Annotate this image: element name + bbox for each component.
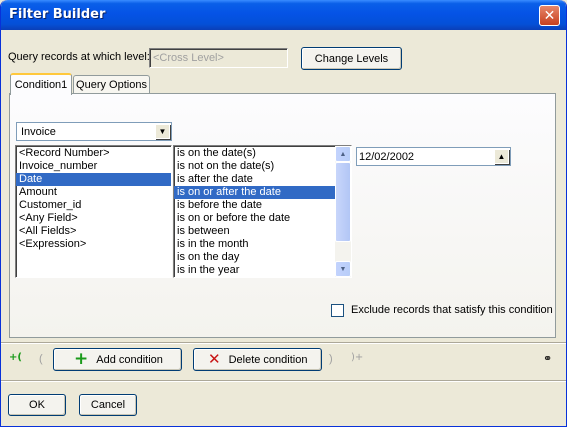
- level-value: <Cross Level>: [153, 52, 224, 64]
- tab-condition1-label: Condition1: [14, 79, 68, 91]
- field-list-item[interactable]: Customer_id: [16, 199, 171, 212]
- tab-query-options-label: Query Options: [76, 79, 147, 91]
- field-list-item[interactable]: Amount: [16, 186, 171, 199]
- operator-list-item[interactable]: is before the date: [174, 199, 335, 212]
- operator-list-item[interactable]: is on the date(s): [174, 147, 335, 160]
- operator-list-item[interactable]: is in the year: [174, 264, 335, 277]
- field-list-item[interactable]: <Any Field>: [16, 212, 171, 225]
- scroll-thumb[interactable]: [335, 162, 351, 242]
- remove-paren-icon[interactable]: )+: [351, 352, 363, 363]
- operator-list-item[interactable]: is not on the date(s): [174, 160, 335, 173]
- level-label: Query records at which level:: [8, 51, 150, 63]
- add-condition-label: Add condition: [96, 353, 163, 366]
- add-condition-button[interactable]: + Add condition: [53, 348, 182, 371]
- delete-condition-label: Delete condition: [228, 353, 308, 366]
- chevron-down-icon: ▼: [158, 127, 167, 136]
- triangle-up-icon: ▲: [497, 152, 506, 161]
- ok-button[interactable]: OK: [8, 394, 66, 416]
- delete-condition-button[interactable]: ✕ Delete condition: [193, 348, 322, 371]
- separator: [1, 342, 566, 344]
- scroll-down-button[interactable]: ▼: [335, 261, 351, 277]
- ok-label: OK: [29, 399, 45, 411]
- field-list-item[interactable]: <All Fields>: [16, 225, 171, 238]
- operator-list-item[interactable]: is after the date: [174, 173, 335, 186]
- change-levels-button[interactable]: Change Levels: [301, 47, 402, 70]
- open-paren-button[interactable]: (: [39, 353, 43, 365]
- filter-builder-window: Filter Builder ✕ Query records at which …: [0, 0, 567, 427]
- window-title: Filter Builder: [9, 7, 106, 22]
- tab-condition1[interactable]: Condition1: [10, 73, 72, 95]
- exclude-label: Exclude records that satisfy this condit…: [351, 304, 553, 316]
- change-levels-label: Change Levels: [314, 52, 389, 65]
- tab-query-options[interactable]: Query Options: [73, 75, 150, 94]
- operator-list-item[interactable]: is on or before the date: [174, 212, 335, 225]
- operator-list-item[interactable]: is between: [174, 225, 335, 238]
- field-list-item[interactable]: <Expression>: [16, 238, 171, 251]
- separator-footer: [1, 380, 566, 382]
- close-button[interactable]: ✕: [539, 5, 560, 26]
- chevron-up-icon: ▲: [339, 150, 347, 158]
- x-icon: ✕: [208, 350, 221, 368]
- date-value-text: 12/02/2002: [359, 151, 415, 163]
- field-list-item[interactable]: Date: [16, 173, 171, 186]
- close-icon: ✕: [543, 7, 556, 24]
- table-select[interactable]: Invoice ▼: [16, 122, 172, 141]
- field-list-item[interactable]: Invoice_number: [16, 160, 171, 173]
- level-field: <Cross Level>: [149, 48, 288, 68]
- chevron-down-icon: ▼: [339, 265, 347, 273]
- binoculars-icon[interactable]: ⚭: [543, 352, 552, 365]
- operator-list-scrollbar[interactable]: ▲ ▼: [335, 146, 351, 277]
- cancel-label: Cancel: [90, 399, 126, 411]
- table-select-dropdown-button[interactable]: ▼: [155, 124, 170, 139]
- date-spin-button[interactable]: ▲: [494, 149, 509, 164]
- table-select-value: Invoice: [21, 126, 56, 138]
- operator-list-item[interactable]: is on the day: [174, 251, 335, 264]
- date-value-input[interactable]: 12/02/2002 ▲: [356, 147, 511, 166]
- cancel-button[interactable]: Cancel: [79, 394, 137, 416]
- plus-icon: +: [74, 349, 89, 369]
- exclude-checkbox[interactable]: [331, 304, 344, 317]
- field-list-item[interactable]: <Record Number>: [16, 147, 171, 160]
- operator-list[interactable]: is on the date(s) is not on the date(s) is…: [173, 145, 352, 278]
- operator-list-item[interactable]: is on or after the date: [174, 186, 335, 199]
- title-bar[interactable]: Filter Builder ✕: [1, 0, 566, 30]
- scroll-up-button[interactable]: ▲: [335, 146, 351, 162]
- field-list[interactable]: <Record Number> Invoice_number Date Amount C…: [15, 145, 172, 278]
- add-paren-icon[interactable]: +(: [9, 352, 22, 363]
- close-paren-button[interactable]: ): [329, 353, 333, 365]
- operator-list-item[interactable]: is in the month: [174, 238, 335, 251]
